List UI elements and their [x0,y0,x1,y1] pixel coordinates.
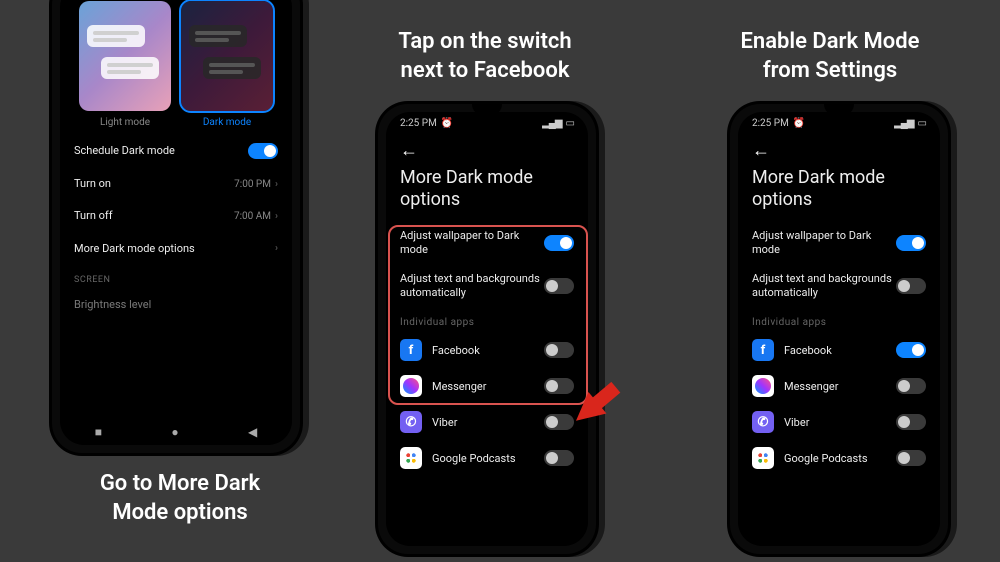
messenger-icon [752,375,774,397]
brightness-level-label[interactable]: Brightness level [74,298,278,312]
turn-off-value: 7:00 AM [234,211,271,222]
viber-toggle[interactable] [544,414,574,430]
adjust-text-toggle[interactable] [544,278,574,294]
schedule-dark-mode-label: Schedule Dark mode [74,144,248,158]
adjust-wallpaper-toggle[interactable] [896,235,926,251]
viber-label: Viber [784,416,886,429]
viber-icon: ✆ [400,411,422,433]
signal-icon: ▂▄▆ [894,118,913,129]
viber-label: Viber [432,416,534,429]
google-podcasts-label: Google Podcasts [432,452,534,465]
adjust-text-label: Adjust text and backgrounds automaticall… [752,272,896,301]
adjust-wallpaper-label: Adjust wallpaper to Dark mode [400,229,544,258]
adjust-wallpaper-label: Adjust wallpaper to Dark mode [752,229,896,258]
battery-icon: ▭ [918,118,926,129]
viber-toggle[interactable] [896,414,926,430]
screen-title: More Dark mode options [738,161,940,222]
alarm-icon: ⏰ [441,118,453,129]
turn-on-value: 7:00 PM [234,179,271,190]
chevron-right-icon: › [275,179,278,190]
google-podcasts-icon [752,447,774,469]
messenger-icon [400,375,422,397]
caption-3-line-1: Enable Dark Mode [741,29,920,54]
alarm-icon: ⏰ [793,118,805,129]
individual-apps-header: Individual apps [386,307,588,332]
dark-mode-label: Dark mode [181,117,273,128]
messenger-label: Messenger [784,380,886,393]
nav-back-icon[interactable]: ◀ [248,425,257,439]
back-button[interactable]: ← [386,134,588,161]
status-time: 2:25 PM [752,118,789,129]
caption-1-line-2: Mode options [112,500,247,525]
chevron-right-icon: › [275,211,278,222]
more-dark-mode-options-label[interactable]: More Dark mode options [74,242,275,256]
google-podcasts-toggle[interactable] [544,450,574,466]
screen-section-header: SCREEN [60,265,292,289]
caption-3-line-2: from Settings [763,58,897,83]
adjust-text-toggle[interactable] [896,278,926,294]
facebook-label: Facebook [432,344,534,357]
screen-title: More Dark mode options [386,161,588,222]
facebook-label: Facebook [784,344,886,357]
nav-home-icon[interactable]: ● [171,425,178,439]
phone-3: 2:25 PM ⏰ ▂▄▆ ▭ ← More Dark mode options… [730,104,948,554]
dark-mode-preview[interactable] [181,1,273,111]
messenger-toggle[interactable] [896,378,926,394]
caption-2-line-1: Tap on the switch [398,29,571,54]
phone-2: 2:25 PM ⏰ ▂▄▆ ▭ ← More Dark mode options… [378,104,596,554]
chevron-right-icon: › [275,243,278,254]
facebook-toggle[interactable] [544,342,574,358]
google-podcasts-icon [400,447,422,469]
battery-icon: ▭ [566,118,574,129]
caption-1-line-1: Go to More Dark [100,471,260,496]
adjust-wallpaper-toggle[interactable] [544,235,574,251]
facebook-toggle[interactable] [896,342,926,358]
google-podcasts-label: Google Podcasts [784,452,886,465]
google-podcasts-toggle[interactable] [896,450,926,466]
individual-apps-header: Individual apps [738,307,940,332]
signal-icon: ▂▄▆ [542,118,561,129]
caption-2-line-2: next to Facebook [401,58,570,83]
turn-on-label[interactable]: Turn on [74,177,234,191]
facebook-icon: f [752,339,774,361]
messenger-toggle[interactable] [544,378,574,394]
light-mode-label: Light mode [79,117,171,128]
status-time: 2:25 PM [400,118,437,129]
light-mode-preview[interactable] [79,1,171,111]
turn-off-label[interactable]: Turn off [74,209,234,223]
adjust-text-label: Adjust text and backgrounds automaticall… [400,272,544,301]
facebook-icon: f [400,339,422,361]
nav-recents-icon[interactable]: ■ [95,425,102,439]
schedule-dark-mode-toggle[interactable] [248,143,278,159]
messenger-label: Messenger [432,380,534,393]
back-button[interactable]: ← [738,134,940,161]
viber-icon: ✆ [752,411,774,433]
phone-1: Light mode Dark mode Schedule Dark mode … [52,0,300,453]
